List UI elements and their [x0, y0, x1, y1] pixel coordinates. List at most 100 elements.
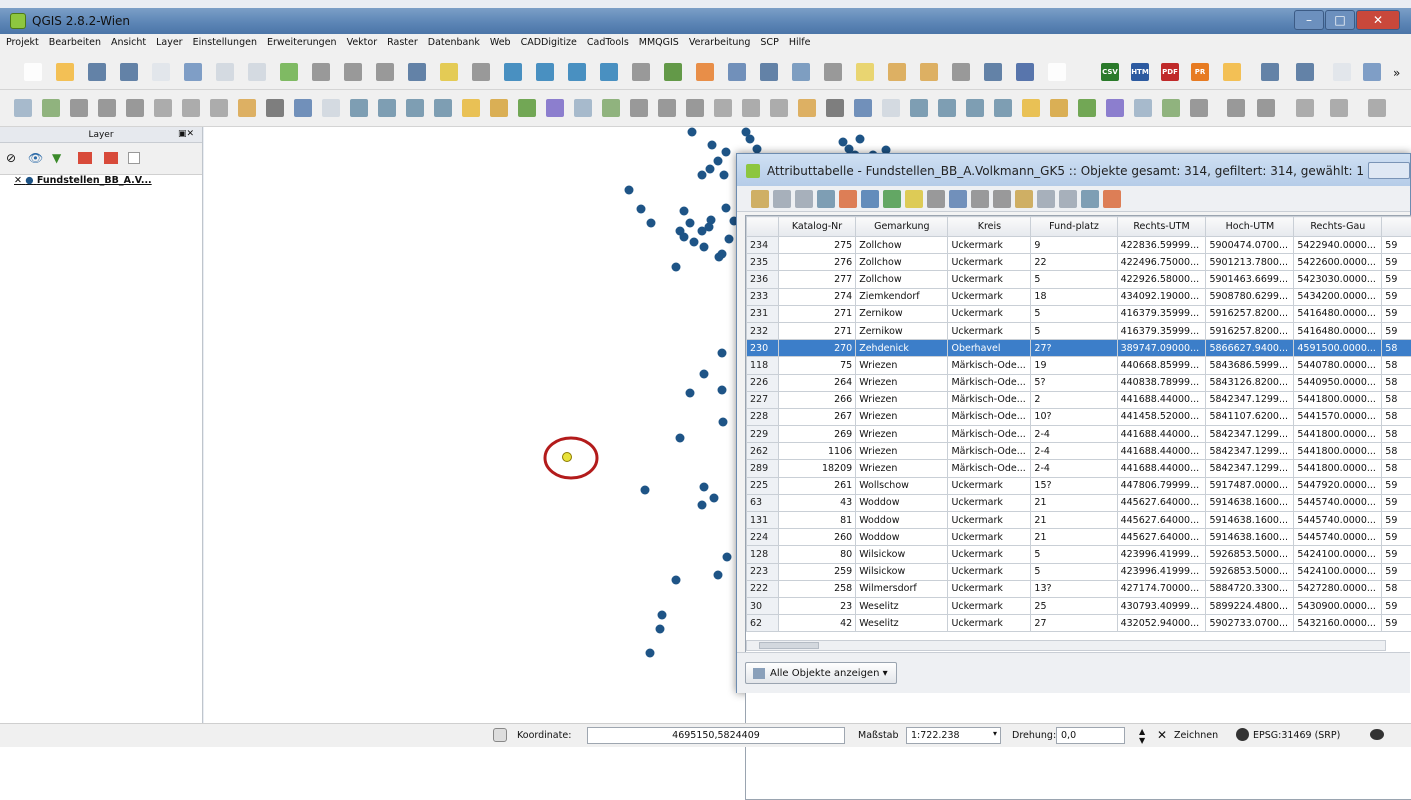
- table-cell[interactable]: 43: [778, 494, 855, 511]
- table-cell[interactable]: Uckermark: [948, 288, 1031, 305]
- minimize-button[interactable]: –: [1294, 10, 1324, 30]
- table-cell[interactable]: 5926853.5000...: [1206, 563, 1294, 580]
- table-cell[interactable]: 5424100.0000...: [1294, 546, 1382, 563]
- toolbar-tool-icon[interactable]: [686, 99, 704, 117]
- table-cell[interactable]: 75: [778, 357, 855, 374]
- table-row[interactable]: 13181WoddowUckermark21445627.64000...591…: [747, 512, 1411, 529]
- table-cell[interactable]: 422496.75000...: [1117, 254, 1206, 271]
- table-cell[interactable]: 21: [1031, 529, 1117, 546]
- table-cell[interactable]: 58: [1382, 340, 1411, 357]
- map-point[interactable]: [718, 349, 727, 358]
- table-cell[interactable]: Wriezen: [856, 443, 948, 460]
- table-cell[interactable]: 2: [1031, 391, 1117, 408]
- map-point[interactable]: [722, 148, 731, 157]
- map-point[interactable]: [722, 204, 731, 213]
- toolbar-tool-icon[interactable]: [440, 63, 458, 81]
- toolbar-tool-icon[interactable]: [792, 63, 810, 81]
- table-cell[interactable]: Woddow: [856, 494, 948, 511]
- table-row[interactable]: 222258WilmersdorfUckermark13?427174.7000…: [747, 580, 1411, 597]
- toolbar-tool-icon[interactable]: [1227, 99, 1245, 117]
- toolbar-tool-icon[interactable]: [994, 99, 1012, 117]
- table-cell[interactable]: 5416480.0000...: [1294, 305, 1382, 322]
- menu-item-5[interactable]: Erweiterungen: [261, 34, 341, 54]
- row-header[interactable]: 131: [747, 512, 779, 529]
- map-point[interactable]: [680, 233, 689, 242]
- toolbar-tool-icon[interactable]: [350, 99, 368, 117]
- table-row[interactable]: 223259WilsickowUckermark5423996.41999...…: [747, 563, 1411, 580]
- menu-item-10[interactable]: CADDigitize: [515, 34, 581, 54]
- row-header[interactable]: 128: [747, 546, 779, 563]
- table-cell[interactable]: 5423030.0000...: [1294, 271, 1382, 288]
- table-cell[interactable]: 2-4: [1031, 443, 1117, 460]
- table-cell[interactable]: 5: [1031, 305, 1117, 322]
- toolbar-tool-icon[interactable]: [1059, 190, 1077, 208]
- menu-item-9[interactable]: Web: [484, 34, 515, 54]
- row-header[interactable]: 235: [747, 254, 779, 271]
- table-row[interactable]: 3023WeselitzUckermark25430793.40999...58…: [747, 597, 1411, 614]
- menu-item-13[interactable]: Verarbeitung: [683, 34, 755, 54]
- toolbar-tool-icon[interactable]: [910, 99, 928, 117]
- map-point[interactable]: [672, 263, 681, 272]
- row-header[interactable]: 63: [747, 494, 779, 511]
- toolbar-tool-icon[interactable]: [856, 63, 874, 81]
- map-point[interactable]: [718, 386, 727, 395]
- map-point[interactable]: [647, 219, 656, 228]
- toolbar-tool-icon[interactable]: [966, 99, 984, 117]
- table-cell[interactable]: 5884720.3300...: [1206, 580, 1294, 597]
- table-row[interactable]: 233274ZiemkendorfUckermark18434092.19000…: [747, 288, 1411, 305]
- row-header[interactable]: 225: [747, 477, 779, 494]
- table-cell[interactable]: Uckermark: [948, 322, 1031, 339]
- toolbar-tool-icon[interactable]: [378, 99, 396, 117]
- table-cell[interactable]: 440668.85999...: [1117, 357, 1206, 374]
- table-cell[interactable]: Uckermark: [948, 494, 1031, 511]
- toolbar-tool-icon[interactable]: [630, 99, 648, 117]
- table-cell[interactable]: 59: [1382, 615, 1411, 632]
- table-cell[interactable]: 271: [778, 305, 855, 322]
- table-cell[interactable]: 5899224.4800...: [1206, 597, 1294, 614]
- toolbar-tool-icon[interactable]: [882, 99, 900, 117]
- table-cell[interactable]: 423996.41999...: [1117, 546, 1206, 563]
- table-cell[interactable]: 269: [778, 426, 855, 443]
- table-cell[interactable]: Uckermark: [948, 615, 1031, 632]
- table-cell[interactable]: 59: [1382, 322, 1411, 339]
- table-cell[interactable]: 42: [778, 615, 855, 632]
- table-row[interactable]: 231271ZernikowUckermark5416379.35999...5…: [747, 305, 1411, 322]
- table-cell[interactable]: 441688.44000...: [1117, 391, 1206, 408]
- table-cell[interactable]: 5447920.0000...: [1294, 477, 1382, 494]
- table-row[interactable]: 234275ZollchowUckermark9422836.59999...5…: [747, 237, 1411, 254]
- table-cell[interactable]: Zehdenick: [856, 340, 948, 357]
- menu-item-0[interactable]: Projekt: [0, 34, 43, 54]
- scale-combobox[interactable]: 1:722.238 ▾: [906, 727, 1001, 744]
- toolbar-tool-icon[interactable]: [1190, 99, 1208, 117]
- table-cell[interactable]: 264: [778, 374, 855, 391]
- toolbar-tool-icon[interactable]: [714, 99, 732, 117]
- table-cell[interactable]: 274: [778, 288, 855, 305]
- table-cell[interactable]: 58: [1382, 391, 1411, 408]
- table-cell[interactable]: 5445740.0000...: [1294, 529, 1382, 546]
- table-cell[interactable]: Uckermark: [948, 597, 1031, 614]
- table-cell[interactable]: Zollchow: [856, 254, 948, 271]
- table-cell[interactable]: 266: [778, 391, 855, 408]
- table-cell[interactable]: 5440950.0000...: [1294, 374, 1382, 391]
- table-cell[interactable]: 5843686.5999...: [1206, 357, 1294, 374]
- toolbar-more-icon[interactable]: »: [1393, 66, 1400, 80]
- toolbar-tool-icon[interactable]: [490, 99, 508, 117]
- row-header[interactable]: 222: [747, 580, 779, 597]
- scale-dropdown-icon[interactable]: ▾: [993, 729, 997, 738]
- column-header[interactable]: Rechts-Gau: [1294, 217, 1382, 237]
- table-cell[interactable]: Wilsickow: [856, 563, 948, 580]
- table-cell[interactable]: 422836.59999...: [1117, 237, 1206, 254]
- table-cell[interactable]: 5842347.1299...: [1206, 391, 1294, 408]
- map-point[interactable]: [700, 370, 709, 379]
- layer-checkbox-icon[interactable]: ✕: [14, 175, 22, 186]
- add-group-icon[interactable]: ⊘: [6, 151, 16, 165]
- map-point[interactable]: [698, 171, 707, 180]
- table-cell[interactable]: 59: [1382, 494, 1411, 511]
- map-point[interactable]: [686, 219, 695, 228]
- toolbar-tool-icon[interactable]: [798, 99, 816, 117]
- map-point[interactable]: [839, 138, 848, 147]
- table-cell[interactable]: 277: [778, 271, 855, 288]
- map-point[interactable]: [705, 223, 714, 232]
- table-cell[interactable]: 5434200.0000...: [1294, 288, 1382, 305]
- table-cell[interactable]: 59: [1382, 546, 1411, 563]
